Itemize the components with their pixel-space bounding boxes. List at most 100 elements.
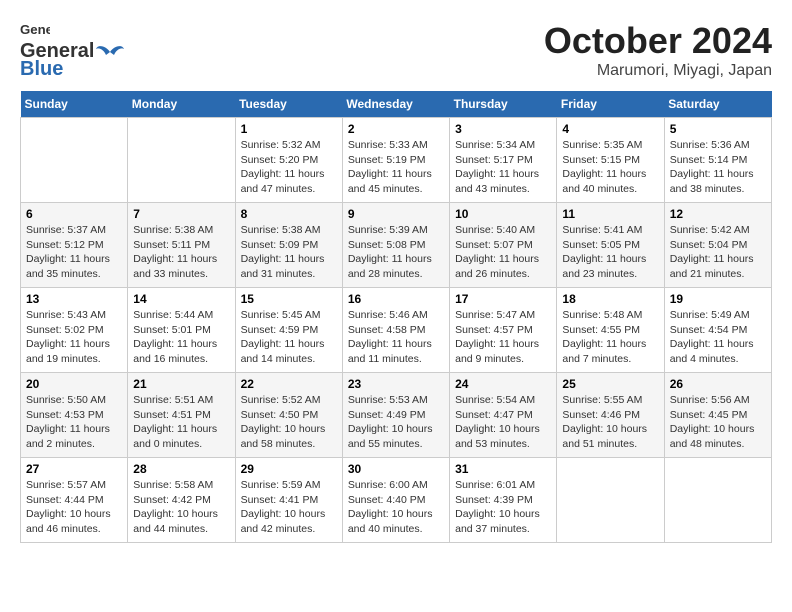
calendar-cell <box>128 118 235 203</box>
daylight-text: Daylight: 10 hours and 42 minutes. <box>241 507 337 536</box>
calendar-cell: 29 Sunrise: 5:59 AMSunset: 4:41 PMDayligh… <box>235 458 342 543</box>
calendar-cell: 27Sunrise: 5:57 AMSunset: 4:44 PMDayligh… <box>21 458 128 543</box>
daylight-text: Daylight: 11 hours and 9 minutes. <box>455 337 551 366</box>
sunrise-text: Sunrise: 5:58 AM <box>133 478 229 493</box>
calendar-cell: 30Sunrise: 6:00 AMSunset: 4:40 PMDayligh… <box>342 458 449 543</box>
sunrise-text: Sunrise: 5:59 AM <box>241 478 337 493</box>
day-info: Sunrise: 5:48 AMSunset: 4:55 PMDaylight:… <box>562 308 658 367</box>
daylight-text: Daylight: 11 hours and 2 minutes. <box>26 422 122 451</box>
sunrise-text: Sunrise: 5:45 AM <box>241 308 337 323</box>
day-info: Sunrise: 5:38 AMSunset: 5:11 PMDaylight:… <box>133 223 229 282</box>
calendar-cell: 21 Sunrise: 5:51 AMSunset: 4:51 PMDayligh… <box>128 373 235 458</box>
day-number: 31 <box>455 462 551 476</box>
day-number: 26 <box>670 377 766 391</box>
daylight-text: Daylight: 10 hours and 51 minutes. <box>562 422 658 451</box>
day-info: Sunrise: 5:58 AMSunset: 4:42 PMDaylight:… <box>133 478 229 537</box>
day-info: Sunrise: 5:41 AMSunset: 5:05 PMDaylight:… <box>562 223 658 282</box>
bird-icon <box>96 41 124 63</box>
logo: General General Blue <box>20 20 126 81</box>
sunrise-text: Sunrise: 5:36 AM <box>670 138 766 153</box>
calendar-week-row: 13Sunrise: 5:43 AMSunset: 5:02 PMDayligh… <box>21 288 772 373</box>
day-number: 11 <box>562 207 658 221</box>
location: Marumori, Miyagi, Japan <box>544 62 772 80</box>
daylight-text: Daylight: 11 hours and 26 minutes. <box>455 252 551 281</box>
day-info: Sunrise: 5:47 AMSunset: 4:57 PMDaylight:… <box>455 308 551 367</box>
calendar-cell: 19Sunrise: 5:49 AMSunset: 4:54 PMDayligh… <box>664 288 771 373</box>
calendar-cell: 28 Sunrise: 5:58 AMSunset: 4:42 PMDayligh… <box>128 458 235 543</box>
day-number: 3 <box>455 122 551 136</box>
daylight-text: Daylight: 11 hours and 14 minutes. <box>241 337 337 366</box>
day-info: Sunrise: 5:54 AMSunset: 4:47 PMDaylight:… <box>455 393 551 452</box>
day-info: Sunrise: 5:39 AMSunset: 5:08 PMDaylight:… <box>348 223 444 282</box>
logo-icon: General <box>20 20 50 40</box>
header-saturday: Saturday <box>664 91 771 118</box>
calendar-week-row: 6Sunrise: 5:37 AMSunset: 5:12 PMDaylight… <box>21 203 772 288</box>
sunrise-text: Sunrise: 5:51 AM <box>133 393 229 408</box>
day-number: 10 <box>455 207 551 221</box>
daylight-text: Daylight: 10 hours and 40 minutes. <box>348 507 444 536</box>
sunset-text: Sunset: 4:42 PM <box>133 493 229 508</box>
sunrise-text: Sunrise: 5:37 AM <box>26 223 122 238</box>
day-number: 16 <box>348 292 444 306</box>
sunset-text: Sunset: 4:50 PM <box>241 408 337 423</box>
calendar-cell: 3Sunrise: 5:34 AMSunset: 5:17 PMDaylight… <box>450 118 557 203</box>
day-info: Sunrise: 5:32 AMSunset: 5:20 PMDaylight:… <box>241 138 337 197</box>
daylight-text: Daylight: 11 hours and 40 minutes. <box>562 167 658 196</box>
calendar-cell: 2Sunrise: 5:33 AMSunset: 5:19 PMDaylight… <box>342 118 449 203</box>
daylight-text: Daylight: 11 hours and 23 minutes. <box>562 252 658 281</box>
daylight-text: Daylight: 10 hours and 44 minutes. <box>133 507 229 536</box>
day-number: 28 <box>133 462 229 476</box>
daylight-text: Daylight: 10 hours and 48 minutes. <box>670 422 766 451</box>
sunset-text: Sunset: 5:15 PM <box>562 153 658 168</box>
calendar-cell: 13Sunrise: 5:43 AMSunset: 5:02 PMDayligh… <box>21 288 128 373</box>
sunrise-text: Sunrise: 5:40 AM <box>455 223 551 238</box>
day-info: Sunrise: 5:43 AMSunset: 5:02 PMDaylight:… <box>26 308 122 367</box>
sunset-text: Sunset: 4:57 PM <box>455 323 551 338</box>
sunrise-text: Sunrise: 5:39 AM <box>348 223 444 238</box>
sunset-text: Sunset: 4:51 PM <box>133 408 229 423</box>
daylight-text: Daylight: 11 hours and 16 minutes. <box>133 337 229 366</box>
day-info: Sunrise: 5:52 AMSunset: 4:50 PMDaylight:… <box>241 393 337 452</box>
day-info: Sunrise: 5:33 AMSunset: 5:19 PMDaylight:… <box>348 138 444 197</box>
calendar-cell: 8Sunrise: 5:38 AMSunset: 5:09 PMDaylight… <box>235 203 342 288</box>
calendar-cell: 18Sunrise: 5:48 AMSunset: 4:55 PMDayligh… <box>557 288 664 373</box>
calendar-cell: 22Sunrise: 5:52 AMSunset: 4:50 PMDayligh… <box>235 373 342 458</box>
day-info: Sunrise: 5:37 AMSunset: 5:12 PMDaylight:… <box>26 223 122 282</box>
header-tuesday: Tuesday <box>235 91 342 118</box>
sunrise-text: Sunrise: 5:56 AM <box>670 393 766 408</box>
sunset-text: Sunset: 4:41 PM <box>241 493 337 508</box>
calendar-cell: 6Sunrise: 5:37 AMSunset: 5:12 PMDaylight… <box>21 203 128 288</box>
day-info: Sunrise: 5:50 AMSunset: 4:53 PMDaylight:… <box>26 393 122 452</box>
day-info: Sunrise: 5:45 AMSunset: 4:59 PMDaylight:… <box>241 308 337 367</box>
sunset-text: Sunset: 4:40 PM <box>348 493 444 508</box>
calendar-cell: 31Sunrise: 6:01 AMSunset: 4:39 PMDayligh… <box>450 458 557 543</box>
header-monday: Monday <box>128 91 235 118</box>
sunrise-text: Sunrise: 5:50 AM <box>26 393 122 408</box>
sunrise-text: Sunrise: 5:43 AM <box>26 308 122 323</box>
daylight-text: Daylight: 11 hours and 0 minutes. <box>133 422 229 451</box>
sunset-text: Sunset: 5:20 PM <box>241 153 337 168</box>
sunrise-text: Sunrise: 5:48 AM <box>562 308 658 323</box>
day-number: 9 <box>348 207 444 221</box>
day-info: Sunrise: 5:49 AMSunset: 4:54 PMDaylight:… <box>670 308 766 367</box>
day-number: 15 <box>241 292 337 306</box>
calendar-cell <box>21 118 128 203</box>
sunrise-text: Sunrise: 5:47 AM <box>455 308 551 323</box>
sunrise-text: Sunrise: 5:46 AM <box>348 308 444 323</box>
day-number: 29 <box>241 462 337 476</box>
day-number: 21 <box>133 377 229 391</box>
daylight-text: Daylight: 10 hours and 55 minutes. <box>348 422 444 451</box>
sunrise-text: Sunrise: 5:53 AM <box>348 393 444 408</box>
daylight-text: Daylight: 11 hours and 19 minutes. <box>26 337 122 366</box>
day-info: Sunrise: 5:38 AMSunset: 5:09 PMDaylight:… <box>241 223 337 282</box>
day-info: Sunrise: 5:55 AMSunset: 4:46 PMDaylight:… <box>562 393 658 452</box>
sunset-text: Sunset: 4:44 PM <box>26 493 122 508</box>
sunset-text: Sunset: 4:46 PM <box>562 408 658 423</box>
calendar-cell: 11 Sunrise: 5:41 AMSunset: 5:05 PMDayligh… <box>557 203 664 288</box>
sunrise-text: Sunrise: 6:00 AM <box>348 478 444 493</box>
calendar-cell: 9 Sunrise: 5:39 AMSunset: 5:08 PMDaylight… <box>342 203 449 288</box>
daylight-text: Daylight: 11 hours and 43 minutes. <box>455 167 551 196</box>
day-info: Sunrise: 5:51 AMSunset: 4:51 PMDaylight:… <box>133 393 229 452</box>
sunrise-text: Sunrise: 5:33 AM <box>348 138 444 153</box>
day-number: 20 <box>26 377 122 391</box>
